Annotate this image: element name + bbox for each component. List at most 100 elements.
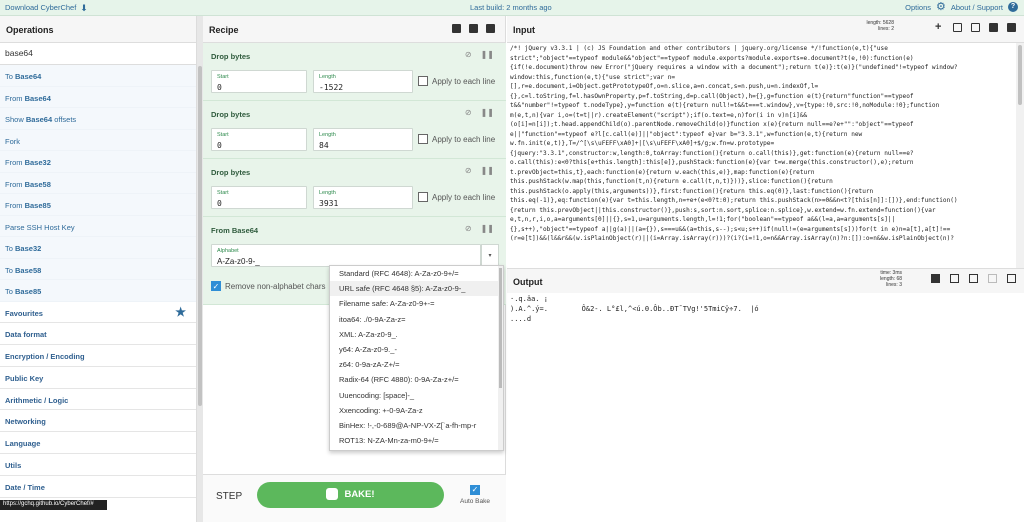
dropdown-option[interactable]: XML: A-Za-z0-9_. (330, 327, 503, 342)
length-field[interactable]: Length -1522 (313, 70, 413, 93)
apply-each-line-checkbox[interactable]: Apply to each line (418, 134, 495, 144)
folder-icon[interactable] (469, 24, 478, 33)
checkbox-icon[interactable] (418, 134, 428, 144)
undo-icon[interactable] (988, 274, 997, 283)
operation-result[interactable]: From Base64 (0, 86, 196, 108)
save-output-icon[interactable] (931, 274, 940, 283)
caret-down-icon[interactable]: ▾ (488, 253, 491, 259)
download-icon[interactable]: ⬇ (80, 3, 88, 12)
apply-each-line-checkbox[interactable]: Apply to each line (418, 192, 495, 202)
gear-icon[interactable]: ⚙ (936, 2, 946, 13)
pause-icon[interactable]: ❚❚ (481, 108, 494, 117)
recipe-op-drop-bytes-2[interactable]: Drop bytes ⊘ ❚❚ Start 0 Length 84 Apply t… (203, 101, 506, 159)
category-item[interactable]: Favourites ★ (0, 302, 196, 324)
auto-bake-checkbox[interactable]: ✓ Auto Bake (460, 485, 490, 505)
category-item[interactable]: Data format (0, 323, 196, 346)
disable-icon[interactable]: ⊘ (465, 166, 472, 175)
category-item[interactable]: Networking (0, 410, 196, 433)
copy-icon[interactable] (950, 274, 959, 283)
output-text[interactable]: ·.q.äa. ¡ ).A.^.ý=. Ô&2-. L°£l,^<ú.0.Ôb.… (510, 294, 759, 324)
start-value[interactable]: 0 (217, 83, 222, 92)
download-link[interactable]: Download CyberChef ⬇ (5, 3, 88, 12)
start-field[interactable]: Start 0 (211, 186, 307, 209)
save-icon[interactable] (452, 24, 461, 33)
dropdown-option[interactable]: y64: A-Za-z0-9._- (330, 342, 503, 357)
disable-icon[interactable]: ⊘ (465, 50, 472, 59)
operation-result[interactable]: Show Base64 offsets (0, 108, 196, 130)
dropdown-option[interactable]: Radix-64 (RFC 4880): 0-9A-Za-z+/= (330, 372, 503, 387)
dropdown-scrollbar[interactable] (498, 266, 503, 450)
length-field[interactable]: Length 84 (313, 128, 413, 151)
operation-result-prefix: To (5, 287, 16, 296)
recipe-title: Recipe (203, 16, 505, 43)
dropdown-option[interactable]: z64: 0-9a-zA-Z+/= (330, 357, 503, 372)
length-value[interactable]: 3931 (319, 199, 338, 208)
operation-result[interactable]: From Base32 (0, 151, 196, 173)
disable-icon[interactable]: ⊘ (465, 108, 472, 117)
category-item[interactable]: Date / Time (0, 476, 196, 498)
checkbox-checked-icon[interactable]: ✓ (470, 485, 480, 495)
trash-icon[interactable] (989, 23, 998, 32)
trash-icon[interactable] (486, 24, 495, 33)
alphabet-dropdown-button[interactable]: ▾ (481, 244, 499, 267)
input-textarea[interactable]: /*! jQuery v3.3.1 | (c) JS Foundation an… (510, 44, 1009, 268)
download-label[interactable]: Download CyberChef (5, 3, 76, 12)
dropdown-option[interactable]: Standard (RFC 4648): A-Za-z0-9+/= (330, 266, 503, 281)
maximise-icon[interactable] (1007, 274, 1016, 283)
input-lines: 2 (891, 26, 894, 32)
pause-icon[interactable]: ❚❚ (481, 166, 494, 175)
remove-non-alphabet-checkbox[interactable]: ✓ Remove non-alphabet chars (211, 281, 326, 291)
about-support-link[interactable]: About / Support (951, 3, 1003, 12)
operation-result[interactable]: Parse SSH Host Key (0, 215, 196, 237)
replace-input-icon[interactable] (969, 274, 978, 283)
search-input[interactable]: base64 (0, 43, 196, 65)
pause-icon[interactable]: ❚❚ (481, 224, 494, 233)
operation-result[interactable]: To Base58 (0, 258, 196, 280)
add-tab-icon[interactable]: + (935, 22, 944, 33)
start-field[interactable]: Start 0 (211, 128, 307, 151)
category-item[interactable]: Arithmetic / Logic (0, 389, 196, 411)
operation-result[interactable]: To Base85 (0, 280, 196, 302)
category-item[interactable]: Utils (0, 454, 196, 476)
open-folder-icon[interactable] (953, 23, 962, 32)
help-icon[interactable]: ? (1008, 2, 1018, 12)
category-item[interactable]: Encryption / Encoding (0, 345, 196, 367)
checkbox-checked-icon[interactable]: ✓ (211, 281, 221, 291)
operation-result[interactable]: From Base58 (0, 172, 196, 194)
start-value[interactable]: 0 (217, 141, 222, 150)
recipe-op-drop-bytes-3[interactable]: Drop bytes ⊘ ❚❚ Start 0 Length 3931 Apply… (203, 159, 506, 217)
checkbox-icon[interactable] (418, 192, 428, 202)
length-field[interactable]: Length 3931 (313, 186, 413, 209)
pause-icon[interactable]: ❚❚ (481, 50, 494, 59)
alphabet-field[interactable]: Alphabet A-Za-z0-9-_ (211, 244, 481, 267)
dropdown-option[interactable]: itoa64: ./0-9A-Za-z= (330, 312, 503, 327)
dropdown-option[interactable]: UNIX crypt: ./0-9A-Za-z (330, 448, 503, 450)
operation-result[interactable]: To Base32 (0, 237, 196, 259)
dropdown-option[interactable]: ROT13: N-ZA-Mn-za-m0-9+/= (330, 433, 503, 448)
length-value[interactable]: 84 (319, 141, 329, 150)
category-item[interactable]: Language (0, 432, 196, 455)
disable-icon[interactable]: ⊘ (465, 224, 472, 233)
alphabet-value[interactable]: A-Za-z0-9-_ (217, 257, 260, 266)
layout-icon[interactable] (1007, 23, 1016, 32)
step-button[interactable]: STEP (216, 491, 242, 502)
start-value[interactable]: 0 (217, 199, 222, 208)
category-item[interactable]: Public Key (0, 367, 196, 389)
dropdown-option[interactable]: URL safe (RFC 4648 §5): A-Za-z0-9-_ (330, 281, 503, 297)
length-value[interactable]: -1522 (319, 83, 343, 92)
recipe-op-drop-bytes-1[interactable]: Drop bytes ⊘ ❚❚ Start 0 Length -1522 Appl… (203, 43, 506, 101)
bake-button[interactable]: BAKE! (257, 482, 444, 508)
operation-result[interactable]: Fork (0, 129, 196, 151)
dropdown-option[interactable]: Xxencoding: +-0-9A-Za-z (330, 403, 503, 418)
dropdown-option[interactable]: Uuencoding: [space]-_ (330, 388, 503, 403)
operation-result[interactable]: To Base64 (0, 65, 196, 87)
dropdown-option[interactable]: Filename safe: A-Za-z0-9+-= (330, 296, 503, 311)
apply-each-line-checkbox[interactable]: Apply to each line (418, 76, 495, 86)
dropdown-option[interactable]: BinHex: !-,-0-689@A-NP-VX-Z[`a-fh-mp-r (330, 418, 503, 433)
start-field[interactable]: Start 0 (211, 70, 307, 93)
checkbox-icon[interactable] (418, 76, 428, 86)
operation-result[interactable]: From Base85 (0, 194, 196, 216)
open-file-icon[interactable] (971, 23, 980, 32)
options-button[interactable]: Options (905, 3, 931, 12)
input-scrollbar[interactable] (1016, 43, 1024, 268)
